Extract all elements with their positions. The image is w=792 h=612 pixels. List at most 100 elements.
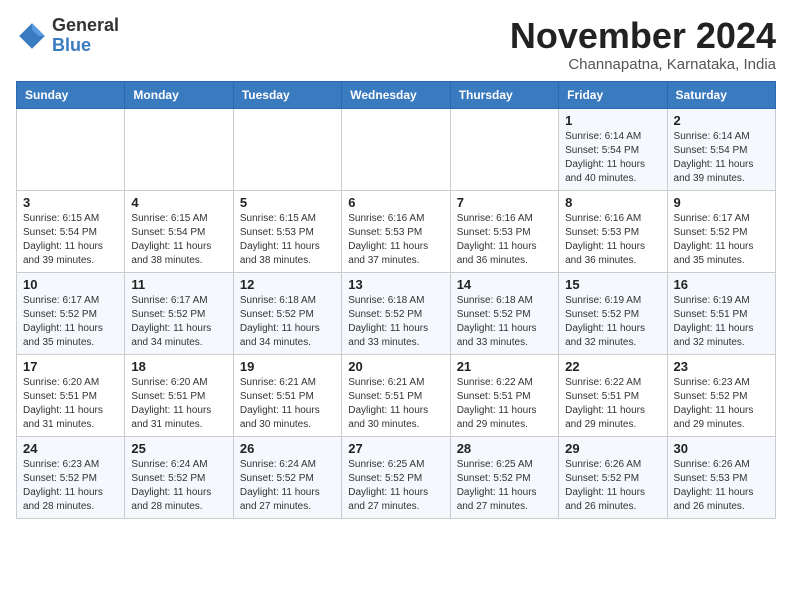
calendar-cell: 11 Sunrise: 6:17 AM Sunset: 5:52 PM Dayli…	[125, 272, 233, 354]
day-number: 2	[674, 113, 769, 128]
weekday-header: Monday	[125, 81, 233, 108]
day-number: 12	[240, 277, 335, 292]
day-info: Sunrise: 6:26 AM Sunset: 5:52 PM Dayligh…	[565, 458, 660, 514]
day-number: 26	[240, 441, 335, 456]
logo-blue: Blue	[52, 36, 119, 56]
day-info: Sunrise: 6:19 AM Sunset: 5:52 PM Dayligh…	[565, 294, 660, 350]
day-number: 22	[565, 359, 660, 374]
day-number: 23	[674, 359, 769, 374]
calendar-header: SundayMondayTuesdayWednesdayThursdayFrid…	[17, 81, 776, 108]
calendar-cell: 24Sunrise: 6:23 AM Sunset: 5:52 PM Dayli…	[17, 436, 125, 518]
day-number: 10	[23, 277, 118, 292]
calendar-cell: 10 Sunrise: 6:17 AM Sunset: 5:52 PM Dayli…	[17, 272, 125, 354]
calendar-cell: 23 Sunrise: 6:23 AM Sunset: 5:52 PM Dayli…	[667, 354, 775, 436]
calendar-week-row: 1Sunrise: 6:14 AM Sunset: 5:54 PM Daylig…	[17, 108, 776, 190]
calendar-cell: 1Sunrise: 6:14 AM Sunset: 5:54 PM Daylig…	[559, 108, 667, 190]
day-info: Sunrise: 6:16 AM Sunset: 5:53 PM Dayligh…	[565, 212, 660, 268]
calendar-week-row: 24Sunrise: 6:23 AM Sunset: 5:52 PM Dayli…	[17, 436, 776, 518]
calendar-cell: 27 Sunrise: 6:25 AM Sunset: 5:52 PM Dayli…	[342, 436, 450, 518]
day-number: 8	[565, 195, 660, 210]
day-info: Sunrise: 6:21 AM Sunset: 5:51 PM Dayligh…	[240, 376, 335, 432]
day-number: 20	[348, 359, 443, 374]
calendar-cell: 17 Sunrise: 6:20 AM Sunset: 5:51 PM Dayli…	[17, 354, 125, 436]
calendar-cell: 30 Sunrise: 6:26 AM Sunset: 5:53 PM Dayli…	[667, 436, 775, 518]
day-info: Sunrise: 6:17 AM Sunset: 5:52 PM Dayligh…	[131, 294, 226, 350]
logo-icon	[16, 20, 48, 52]
month-title: November 2024	[510, 16, 776, 56]
day-number: 30	[674, 441, 769, 456]
day-number: 4	[131, 195, 226, 210]
day-info: Sunrise: 6:24 AM Sunset: 5:52 PM Dayligh…	[240, 458, 335, 514]
day-info: Sunrise: 6:18 AM Sunset: 5:52 PM Dayligh…	[457, 294, 552, 350]
calendar-cell	[17, 108, 125, 190]
weekday-header: Sunday	[17, 81, 125, 108]
day-number: 28	[457, 441, 552, 456]
calendar-week-row: 10 Sunrise: 6:17 AM Sunset: 5:52 PM Dayli…	[17, 272, 776, 354]
day-number: 18	[131, 359, 226, 374]
day-info: Sunrise: 6:25 AM Sunset: 5:52 PM Dayligh…	[348, 458, 443, 514]
day-info: Sunrise: 6:16 AM Sunset: 5:53 PM Dayligh…	[457, 212, 552, 268]
day-info: Sunrise: 6:17 AM Sunset: 5:52 PM Dayligh…	[674, 212, 769, 268]
calendar-cell: 18 Sunrise: 6:20 AM Sunset: 5:51 PM Dayli…	[125, 354, 233, 436]
calendar-cell: 28 Sunrise: 6:25 AM Sunset: 5:52 PM Dayli…	[450, 436, 558, 518]
day-number: 3	[23, 195, 118, 210]
calendar-table: SundayMondayTuesdayWednesdayThursdayFrid…	[16, 81, 776, 519]
day-number: 16	[674, 277, 769, 292]
day-info: Sunrise: 6:14 AM Sunset: 5:54 PM Dayligh…	[565, 130, 660, 186]
weekday-row: SundayMondayTuesdayWednesdayThursdayFrid…	[17, 81, 776, 108]
day-info: Sunrise: 6:15 AM Sunset: 5:54 PM Dayligh…	[23, 212, 118, 268]
day-info: Sunrise: 6:22 AM Sunset: 5:51 PM Dayligh…	[457, 376, 552, 432]
calendar-cell: 25Sunrise: 6:24 AM Sunset: 5:52 PM Dayli…	[125, 436, 233, 518]
day-info: Sunrise: 6:20 AM Sunset: 5:51 PM Dayligh…	[131, 376, 226, 432]
day-number: 15	[565, 277, 660, 292]
day-info: Sunrise: 6:19 AM Sunset: 5:51 PM Dayligh…	[674, 294, 769, 350]
calendar-cell: 19Sunrise: 6:21 AM Sunset: 5:51 PM Dayli…	[233, 354, 341, 436]
calendar-week-row: 17 Sunrise: 6:20 AM Sunset: 5:51 PM Dayli…	[17, 354, 776, 436]
calendar-body: 1Sunrise: 6:14 AM Sunset: 5:54 PM Daylig…	[17, 108, 776, 518]
calendar-cell: 13 Sunrise: 6:18 AM Sunset: 5:52 PM Dayli…	[342, 272, 450, 354]
day-info: Sunrise: 6:26 AM Sunset: 5:53 PM Dayligh…	[674, 458, 769, 514]
calendar-week-row: 3 Sunrise: 6:15 AM Sunset: 5:54 PM Daylig…	[17, 190, 776, 272]
day-info: Sunrise: 6:23 AM Sunset: 5:52 PM Dayligh…	[674, 376, 769, 432]
day-info: Sunrise: 6:14 AM Sunset: 5:54 PM Dayligh…	[674, 130, 769, 186]
day-number: 25	[131, 441, 226, 456]
calendar-cell: 26 Sunrise: 6:24 AM Sunset: 5:52 PM Dayli…	[233, 436, 341, 518]
calendar-cell	[342, 108, 450, 190]
calendar-cell: 8 Sunrise: 6:16 AM Sunset: 5:53 PM Daylig…	[559, 190, 667, 272]
day-number: 29	[565, 441, 660, 456]
calendar-cell: 21 Sunrise: 6:22 AM Sunset: 5:51 PM Dayli…	[450, 354, 558, 436]
calendar-cell: 22 Sunrise: 6:22 AM Sunset: 5:51 PM Dayli…	[559, 354, 667, 436]
day-number: 5	[240, 195, 335, 210]
day-info: Sunrise: 6:16 AM Sunset: 5:53 PM Dayligh…	[348, 212, 443, 268]
day-number: 27	[348, 441, 443, 456]
calendar-cell: 7Sunrise: 6:16 AM Sunset: 5:53 PM Daylig…	[450, 190, 558, 272]
day-info: Sunrise: 6:21 AM Sunset: 5:51 PM Dayligh…	[348, 376, 443, 432]
day-info: Sunrise: 6:20 AM Sunset: 5:51 PM Dayligh…	[23, 376, 118, 432]
logo-text: General Blue	[52, 16, 119, 56]
title-block: November 2024 Channapatna, Karnataka, In…	[510, 16, 776, 73]
day-info: Sunrise: 6:17 AM Sunset: 5:52 PM Dayligh…	[23, 294, 118, 350]
calendar-cell: 16 Sunrise: 6:19 AM Sunset: 5:51 PM Dayli…	[667, 272, 775, 354]
calendar-cell: 5Sunrise: 6:15 AM Sunset: 5:53 PM Daylig…	[233, 190, 341, 272]
day-number: 17	[23, 359, 118, 374]
day-number: 13	[348, 277, 443, 292]
calendar-cell	[125, 108, 233, 190]
weekday-header: Friday	[559, 81, 667, 108]
calendar-cell: 20 Sunrise: 6:21 AM Sunset: 5:51 PM Dayli…	[342, 354, 450, 436]
day-info: Sunrise: 6:22 AM Sunset: 5:51 PM Dayligh…	[565, 376, 660, 432]
location-subtitle: Channapatna, Karnataka, India	[510, 56, 776, 73]
weekday-header: Saturday	[667, 81, 775, 108]
calendar-cell	[233, 108, 341, 190]
calendar-cell: 14 Sunrise: 6:18 AM Sunset: 5:52 PM Dayli…	[450, 272, 558, 354]
calendar-cell: 6 Sunrise: 6:16 AM Sunset: 5:53 PM Daylig…	[342, 190, 450, 272]
day-number: 6	[348, 195, 443, 210]
day-info: Sunrise: 6:15 AM Sunset: 5:54 PM Dayligh…	[131, 212, 226, 268]
calendar-cell: 3 Sunrise: 6:15 AM Sunset: 5:54 PM Daylig…	[17, 190, 125, 272]
day-number: 14	[457, 277, 552, 292]
calendar-cell: 15 Sunrise: 6:19 AM Sunset: 5:52 PM Dayli…	[559, 272, 667, 354]
calendar-cell: 4 Sunrise: 6:15 AM Sunset: 5:54 PM Daylig…	[125, 190, 233, 272]
day-number: 11	[131, 277, 226, 292]
day-number: 21	[457, 359, 552, 374]
day-info: Sunrise: 6:18 AM Sunset: 5:52 PM Dayligh…	[348, 294, 443, 350]
day-info: Sunrise: 6:25 AM Sunset: 5:52 PM Dayligh…	[457, 458, 552, 514]
